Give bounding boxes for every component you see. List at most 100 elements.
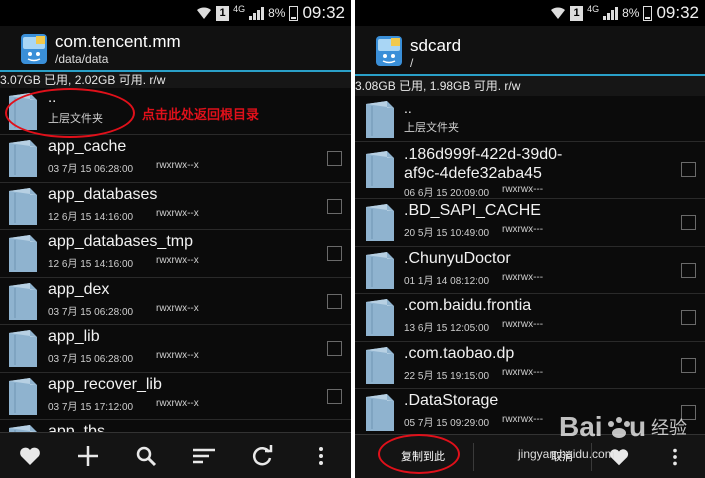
- item-permissions: rwxrwx--x: [156, 397, 199, 409]
- folder-icon: [363, 251, 397, 296]
- item-date: 06 6月 15 20:09:00: [404, 188, 490, 199]
- list-item[interactable]: app_databases_tmp 12 6月 15 14:16:00 rwxr…: [0, 230, 351, 278]
- sim-icon: 1: [570, 5, 584, 21]
- status-bar: 1 4G 8% 09:32: [355, 0, 705, 26]
- svg-text:Bai: Bai: [559, 411, 603, 442]
- item-name: .DataStorage: [404, 392, 499, 409]
- folder-icon: [363, 150, 397, 195]
- file-manager-app-icon[interactable]: [18, 32, 50, 66]
- item-permissions: rwxrwx---: [502, 319, 544, 330]
- list-item[interactable]: app_recover_lib 03 7月 15 17:12:00 rwxrwx…: [0, 373, 351, 422]
- wifi-icon: [550, 6, 566, 20]
- list-item[interactable]: app_databases 12 6月 15 14:16:00 rwxrwx--…: [0, 183, 351, 232]
- item-checkbox[interactable]: [681, 310, 696, 325]
- svg-text:u: u: [629, 411, 646, 442]
- heart-icon[interactable]: [17, 443, 43, 469]
- folder-icon: [6, 377, 40, 422]
- item-subtitle: 上层文件夹: [404, 122, 459, 134]
- item-checkbox[interactable]: [681, 357, 696, 373]
- file-list: .. 上层文件夹 app_cache 03 7月 15 06:28:00 rwx…: [0, 88, 351, 468]
- item-checkbox[interactable]: [327, 198, 342, 214]
- item-name: .BD_SAPI_CACHE: [404, 202, 541, 219]
- signal-icon: [603, 6, 619, 20]
- refresh-icon[interactable]: [249, 443, 275, 469]
- plus-icon[interactable]: [75, 443, 101, 469]
- folder-icon: [363, 298, 397, 343]
- list-item[interactable]: app_lib 03 7月 15 06:28:00 rwxrwx--x: [0, 325, 351, 373]
- network-type: 4G: [233, 4, 246, 14]
- svg-text:经验: 经验: [651, 418, 687, 439]
- list-item[interactable]: .BD_SAPI_CACHE 20 5月 15 10:49:00 rwxrwx-…: [355, 199, 705, 247]
- item-checkbox[interactable]: [327, 151, 342, 166]
- item-name: app_cache: [48, 138, 127, 155]
- wifi-icon: [196, 6, 212, 20]
- list-item[interactable]: app_cache 03 7月 15 06:28:00 rwxrwx--x: [0, 135, 351, 183]
- folder-icon: [6, 234, 40, 279]
- copy-here-button[interactable]: 复制到此: [373, 435, 473, 478]
- item-permissions: rwxrwx---: [502, 366, 544, 378]
- annotation-text: 点击此处返回根目录: [142, 108, 260, 123]
- battery-icon: [643, 5, 653, 21]
- item-name: app_databases: [48, 185, 158, 203]
- item-date: 22 5月 15 19:15:00: [404, 370, 490, 382]
- item-name: app_lib: [48, 328, 100, 345]
- status-bar: 1 4G 8% 09:32: [0, 0, 351, 26]
- item-permissions: rwxrwx---: [502, 414, 544, 425]
- item-date: 03 7月 15 17:12:00: [48, 401, 134, 413]
- item-permissions: rwxrwx--x: [156, 350, 199, 361]
- item-permissions: rwxrwx--x: [156, 255, 199, 266]
- left-file-manager-screen: 1 4G 8% 09:32 com.tencent.mm /data/data …: [0, 0, 351, 478]
- signal-icon: [249, 6, 265, 20]
- item-permissions: rwxrwx---: [502, 224, 544, 235]
- item-checkbox[interactable]: [681, 162, 696, 177]
- item-date: 12 6月 15 14:16:00: [48, 211, 134, 223]
- list-item-parent-folder[interactable]: .. 上层文件夹: [355, 96, 705, 142]
- folder-icon: [6, 329, 40, 374]
- list-item[interactable]: app_dex 03 7月 15 06:28:00 rwxrwx--x: [0, 278, 351, 327]
- item-name: app_recover_lib: [48, 375, 162, 393]
- divider: [473, 443, 474, 471]
- item-checkbox[interactable]: [327, 341, 342, 356]
- item-name: .com.taobao.dp: [404, 344, 515, 362]
- battery-icon: [289, 5, 299, 21]
- bottom-toolbar: [0, 432, 351, 478]
- folder-icon: [363, 100, 397, 145]
- folder-icon: [6, 187, 40, 232]
- item-name: app_databases_tmp: [48, 233, 193, 250]
- list-item[interactable]: .186d999f-422d-39d0-af9c-4defe32aba45 06…: [355, 142, 705, 199]
- folder-icon: [6, 139, 40, 184]
- current-folder-title: com.tencent.mm: [55, 32, 181, 51]
- current-path: /data/data: [55, 52, 109, 66]
- item-name: app_dex: [48, 280, 110, 298]
- file-list: .. 上层文件夹 .186d999f-422d-39d0-af9c-4defe3…: [355, 96, 705, 437]
- folder-icon: [363, 346, 397, 391]
- sim-icon: 1: [216, 5, 230, 21]
- item-checkbox[interactable]: [327, 246, 342, 261]
- action-bar: com.tencent.mm /data/data: [0, 26, 351, 72]
- item-checkbox[interactable]: [681, 215, 696, 230]
- list-item[interactable]: .com.taobao.dp 22 5月 15 19:15:00 rwxrwx-…: [355, 342, 705, 391]
- item-date: 05 7月 15 09:29:00: [404, 418, 490, 429]
- current-folder-title: sdcard: [410, 36, 462, 55]
- item-checkbox[interactable]: [327, 293, 342, 309]
- list-item[interactable]: .ChunyuDoctor 01 1月 14 08:12:00 rwxrwx--…: [355, 247, 705, 296]
- clock: 09:32: [656, 3, 699, 22]
- item-permissions: rwxrwx---: [502, 271, 544, 283]
- battery-percent: 8%: [268, 6, 286, 20]
- search-icon[interactable]: [133, 443, 159, 469]
- more-icon[interactable]: [308, 443, 334, 469]
- network-type: 4G: [587, 4, 600, 14]
- item-permissions: rwxrwx--x: [156, 302, 199, 314]
- list-item[interactable]: .com.baidu.frontia 13 6月 15 12:05:00 rwx…: [355, 294, 705, 342]
- folder-icon: [6, 282, 40, 327]
- action-bar: sdcard /: [355, 26, 705, 76]
- item-checkbox[interactable]: [327, 388, 342, 404]
- item-checkbox[interactable]: [681, 262, 696, 278]
- item-date: 12 6月 15 14:16:00: [48, 259, 134, 270]
- item-name: .com.baidu.frontia: [404, 297, 532, 314]
- item-date: 03 7月 15 06:28:00: [48, 354, 134, 365]
- folder-icon: [6, 92, 40, 137]
- file-manager-app-icon[interactable]: [373, 34, 405, 68]
- item-date: 20 5月 15 10:49:00: [404, 228, 490, 239]
- sort-icon[interactable]: [191, 443, 217, 469]
